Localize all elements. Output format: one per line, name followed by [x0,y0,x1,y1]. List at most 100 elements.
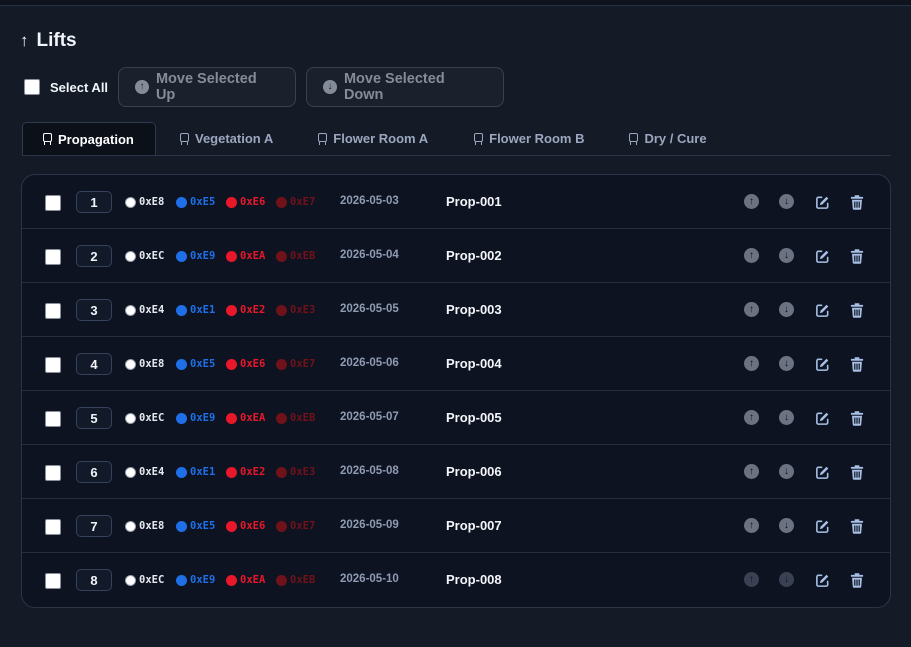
move-up-icon[interactable]: ↑ [744,356,759,371]
row-checkbox[interactable] [45,303,61,319]
lift-row: 2 0xEC 0xE9 0xEA 0xEB 2026-05-04 Prop-002 ↑ ↓ [22,229,890,283]
move-up-icon[interactable]: ↑ [744,302,759,317]
red-code: 0xEA [226,573,265,587]
dark-red-code: 0xE3 [276,465,315,479]
row-checkbox[interactable] [45,573,61,589]
move-down-icon[interactable]: ↓ [779,248,794,263]
trash-icon[interactable] [849,302,865,318]
dark-red-code-value: 0xE7 [290,196,316,208]
edit-icon[interactable] [814,194,830,210]
row-index: 2 [76,245,112,267]
red-dot-icon [226,250,237,262]
move-down-icon[interactable]: ↓ [779,572,794,587]
row-index: 8 [76,569,112,591]
white-code: 0xEC [125,411,164,425]
trash-icon[interactable] [849,518,865,534]
dark-red-code-value: 0xE3 [290,466,316,478]
tab-dry-cure[interactable]: Dry / Cure [629,122,707,155]
room-tabs: Propagation Vegetation A Flower Room A F… [22,122,891,156]
toolbar: Select All ↑ Move Selected Up ↓ Move Sel… [24,67,505,107]
trash-icon[interactable] [849,464,865,480]
move-down-icon[interactable]: ↓ [779,356,794,371]
page-title: ↑ Lifts [20,30,77,52]
dark-red-code: 0xE3 [276,303,315,317]
red-dot-icon [226,358,237,370]
edit-icon[interactable] [814,356,830,372]
row-date: 2026-05-09 [340,519,399,531]
tab-label: Propagation [58,131,134,147]
move-up-icon[interactable]: ↑ [744,464,759,479]
row-date: 2026-05-03 [340,195,399,207]
row-name: Prop-008 [446,572,502,587]
white-dot-icon [125,412,136,424]
edit-icon[interactable] [814,248,830,264]
tab-label: Flower Room A [333,131,429,146]
move-selected-up-label: Move Selected Up [155,71,257,103]
lift-row: 3 0xE4 0xE1 0xE2 0xE3 2026-05-05 Prop-003 ↑ ↓ [22,283,890,337]
red-code: 0xE6 [226,519,265,533]
tab-flower-room-a[interactable]: Flower Room A [318,122,428,155]
move-selected-up-button[interactable]: ↑ Move Selected Up [118,67,297,107]
row-checkbox[interactable] [45,249,61,265]
white-dot-icon [125,358,136,370]
edit-icon[interactable] [814,518,830,534]
move-up-icon[interactable]: ↑ [744,194,759,209]
select-all-label[interactable]: Select All [50,80,108,95]
red-dot-icon [226,520,237,532]
white-code-value: 0xE8 [139,520,165,532]
tab-propagation[interactable]: Propagation [22,122,156,155]
blue-code-value: 0xE5 [190,358,216,370]
move-down-icon[interactable]: ↓ [779,194,794,209]
trash-icon[interactable] [849,248,865,264]
edit-icon[interactable] [814,410,830,426]
move-selected-down-button[interactable]: ↓ Move Selected Down [306,67,505,107]
trash-icon[interactable] [849,356,865,372]
move-up-icon[interactable]: ↑ [744,410,759,425]
tab-flower-room-b[interactable]: Flower Room B [474,122,584,155]
row-name: Prop-002 [446,248,502,263]
dark-red-code-value: 0xE3 [290,304,316,316]
dark-red-code: 0xE7 [276,519,315,533]
trash-icon[interactable] [849,194,865,210]
move-up-icon[interactable]: ↑ [744,248,759,263]
move-down-icon[interactable]: ↓ [779,410,794,425]
move-down-icon[interactable]: ↓ [779,302,794,317]
red-code-value: 0xEA [240,412,266,424]
move-down-icon[interactable]: ↓ [779,464,794,479]
white-code: 0xE8 [125,357,164,371]
blue-code-value: 0xE5 [190,520,216,532]
tab-vegetation-a[interactable]: Vegetation A [180,122,273,155]
move-up-icon[interactable]: ↑ [744,572,759,587]
arrow-circle-down-icon: ↓ [323,80,337,94]
trash-icon[interactable] [849,410,865,426]
room-icon [318,132,328,145]
red-dot-icon [226,196,237,208]
trash-icon[interactable] [849,572,865,588]
lift-row: 7 0xE8 0xE5 0xE6 0xE7 2026-05-09 Prop-007 ↑ ↓ [22,499,890,553]
dark-red-dot-icon [276,358,287,370]
row-checkbox[interactable] [45,465,61,481]
row-name: Prop-001 [446,194,502,209]
edit-icon[interactable] [814,464,830,480]
edit-icon[interactable] [814,302,830,318]
move-up-icon[interactable]: ↑ [744,518,759,533]
page-title-label: Lifts [36,30,77,51]
row-checkbox[interactable] [45,411,61,427]
blue-code-value: 0xE1 [190,304,216,316]
select-all-checkbox[interactable] [24,79,40,95]
white-code-value: 0xE8 [139,358,165,370]
edit-icon[interactable] [814,572,830,588]
white-code: 0xE8 [125,195,164,209]
dark-red-code: 0xE7 [276,195,315,209]
move-down-icon[interactable]: ↓ [779,518,794,533]
white-dot-icon [125,520,136,532]
red-dot-icon [226,304,237,316]
blue-code: 0xE5 [176,519,215,533]
white-code: 0xEC [125,573,164,587]
row-checkbox[interactable] [45,519,61,535]
blue-dot-icon [176,574,187,586]
row-name: Prop-003 [446,302,502,317]
lift-row: 5 0xEC 0xE9 0xEA 0xEB 2026-05-07 Prop-005 ↑ ↓ [22,391,890,445]
row-checkbox[interactable] [45,357,61,373]
row-checkbox[interactable] [45,195,61,211]
